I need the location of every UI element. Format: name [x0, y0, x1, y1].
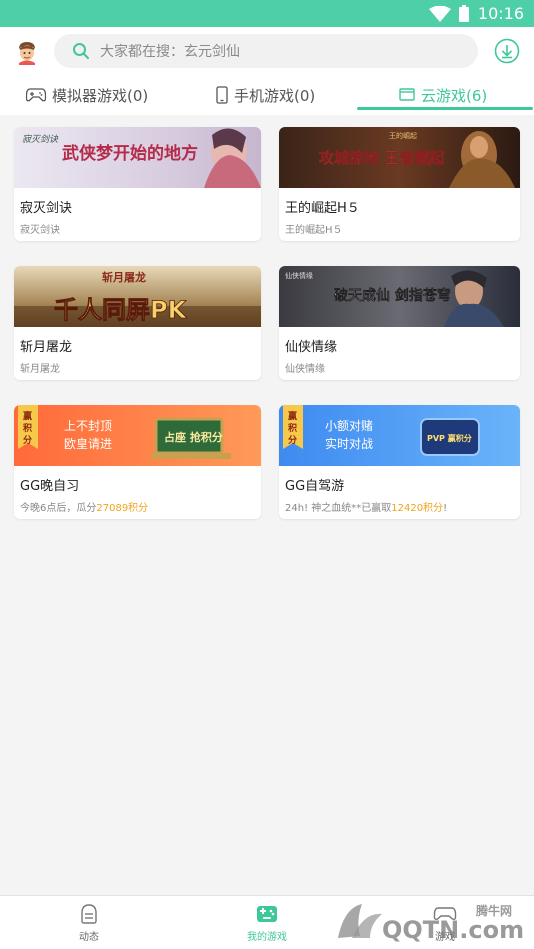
- top-bar: 大家都在搜：玄元剑仙: [0, 27, 534, 75]
- svg-text:分: 分: [23, 434, 32, 446]
- game-card[interactable]: 王的崛起 攻城掠地 王者崛起 王的崛起H５ 王的崛起H５: [279, 127, 520, 241]
- my-games-icon: [257, 906, 277, 922]
- svg-text:千人同屏PK: 千人同屏PK: [54, 296, 188, 324]
- svg-text:王的崛起: 王的崛起: [389, 131, 417, 140]
- nav-label: 我的游戏: [247, 932, 287, 943]
- status-time: 10:16: [477, 4, 524, 23]
- svg-text:上不封顶: 上不封顶: [64, 419, 112, 433]
- nav-my-games[interactable]: 我的游戏: [217, 896, 317, 949]
- game-subtitle: 今晚6点后，瓜分27089积分: [20, 503, 149, 514]
- avatar[interactable]: [14, 39, 40, 65]
- status-bar: 10:16: [0, 0, 534, 27]
- game-subtitle: 斩月屠龙: [20, 364, 60, 375]
- game-subtitle: 寂灭剑诀: [20, 225, 60, 236]
- game-list: 寂灭剑诀 武侠梦开始的地方 寂灭剑诀 寂灭剑诀 王的崛起 攻城掠地 王者崛起 王…: [0, 115, 534, 895]
- tab-mobile-games[interactable]: 手机游戏(0): [216, 75, 315, 115]
- svg-text:武侠梦开始的地方: 武侠梦开始的地方: [62, 143, 198, 164]
- search-bar[interactable]: 大家都在搜：玄元剑仙: [54, 34, 478, 68]
- svg-text:分: 分: [288, 434, 297, 446]
- svg-text:仙侠情缘: 仙侠情缘: [285, 271, 313, 280]
- nav-label: 游戏: [435, 932, 455, 943]
- download-icon[interactable]: [494, 38, 520, 64]
- search-placeholder: 大家都在搜：玄元剑仙: [100, 44, 240, 60]
- gamepad-icon: [26, 88, 46, 102]
- svg-text:斩月屠龙: 斩月屠龙: [102, 270, 146, 284]
- nav-games[interactable]: 游戏: [395, 896, 495, 949]
- svg-text:占座 抢积分: 占座 抢积分: [164, 430, 223, 444]
- game-title: 寂灭剑诀: [20, 201, 73, 216]
- cloud-screen-icon: [399, 88, 415, 101]
- nav-feed[interactable]: 动态: [39, 896, 139, 949]
- tab-label: 云游戏(6): [421, 86, 488, 105]
- svg-text:寂灭剑诀: 寂灭剑诀: [22, 134, 59, 145]
- battery-icon: [458, 5, 469, 22]
- svg-text:攻城掠地 王者崛起: 攻城掠地 王者崛起: [319, 149, 445, 167]
- svg-text:实时对战: 实时对战: [325, 436, 373, 451]
- svg-text:PVP 赢积分: PVP 赢积分: [427, 433, 472, 443]
- game-banner: 寂灭剑诀 武侠梦开始的地方: [14, 127, 261, 188]
- game-card[interactable]: 仙侠情缘 破天成仙 剑指苍穹 仙侠情缘 仙侠情缘: [279, 266, 520, 380]
- game-title: GG晚自习: [20, 479, 80, 494]
- games-icon: [433, 907, 457, 921]
- bottom-nav: 动态 我的游戏 游戏: [0, 895, 534, 949]
- game-subtitle: 王的崛起H５: [285, 225, 343, 236]
- game-banner: 赢 积 分 上不封顶 欧皇请进 占座 抢积分: [14, 405, 261, 466]
- game-title: 仙侠情缘: [285, 340, 338, 355]
- svg-text:积: 积: [288, 422, 297, 434]
- tab-label: 模拟器游戏(0): [52, 86, 149, 105]
- game-card[interactable]: 赢 积 分 上不封顶 欧皇请进 占座 抢积分 GG晚自习 今晚6点后，瓜分270…: [14, 405, 261, 519]
- game-subtitle: 24h! 神之血统**已赢取12420积分!: [285, 503, 448, 514]
- game-card[interactable]: 斩月屠龙 千人同屏PK 斩月屠龙 斩月屠龙: [14, 266, 261, 380]
- game-card[interactable]: 寂灭剑诀 武侠梦开始的地方 寂灭剑诀 寂灭剑诀: [14, 127, 261, 241]
- game-title: 王的崛起H５: [285, 201, 360, 216]
- svg-text:小额对赌: 小额对赌: [325, 419, 373, 433]
- game-title: 斩月屠龙: [20, 340, 73, 355]
- game-card[interactable]: 赢 积 分 小额对赌 实时对战 PVP 赢积分 GG自驾游 24h! 神之血统*…: [279, 405, 520, 519]
- phone-icon: [216, 86, 228, 104]
- svg-text:积: 积: [23, 422, 32, 434]
- game-banner: 赢 积 分 小额对赌 实时对战 PVP 赢积分: [279, 405, 520, 466]
- game-banner: 斩月屠龙 千人同屏PK: [14, 266, 261, 327]
- svg-text:破天成仙 剑指苍穹: 破天成仙 剑指苍穹: [334, 287, 451, 304]
- feed-icon: [81, 904, 97, 924]
- tab-label: 手机游戏(0): [234, 86, 316, 105]
- game-banner: 王的崛起 攻城掠地 王者崛起: [279, 127, 520, 188]
- search-icon: [73, 43, 89, 59]
- wifi-icon: [428, 5, 451, 22]
- active-tab-indicator: [357, 107, 533, 110]
- nav-label: 动态: [79, 932, 99, 943]
- game-banner: 仙侠情缘 破天成仙 剑指苍穹: [279, 266, 520, 327]
- svg-text:赢: 赢: [288, 410, 297, 422]
- svg-text:赢: 赢: [23, 410, 32, 422]
- tab-emulator-games[interactable]: 模拟器游戏(0): [26, 75, 148, 115]
- game-title: GG自驾游: [285, 479, 345, 494]
- svg-text:欧皇请进: 欧皇请进: [64, 437, 112, 451]
- game-subtitle: 仙侠情缘: [285, 364, 325, 375]
